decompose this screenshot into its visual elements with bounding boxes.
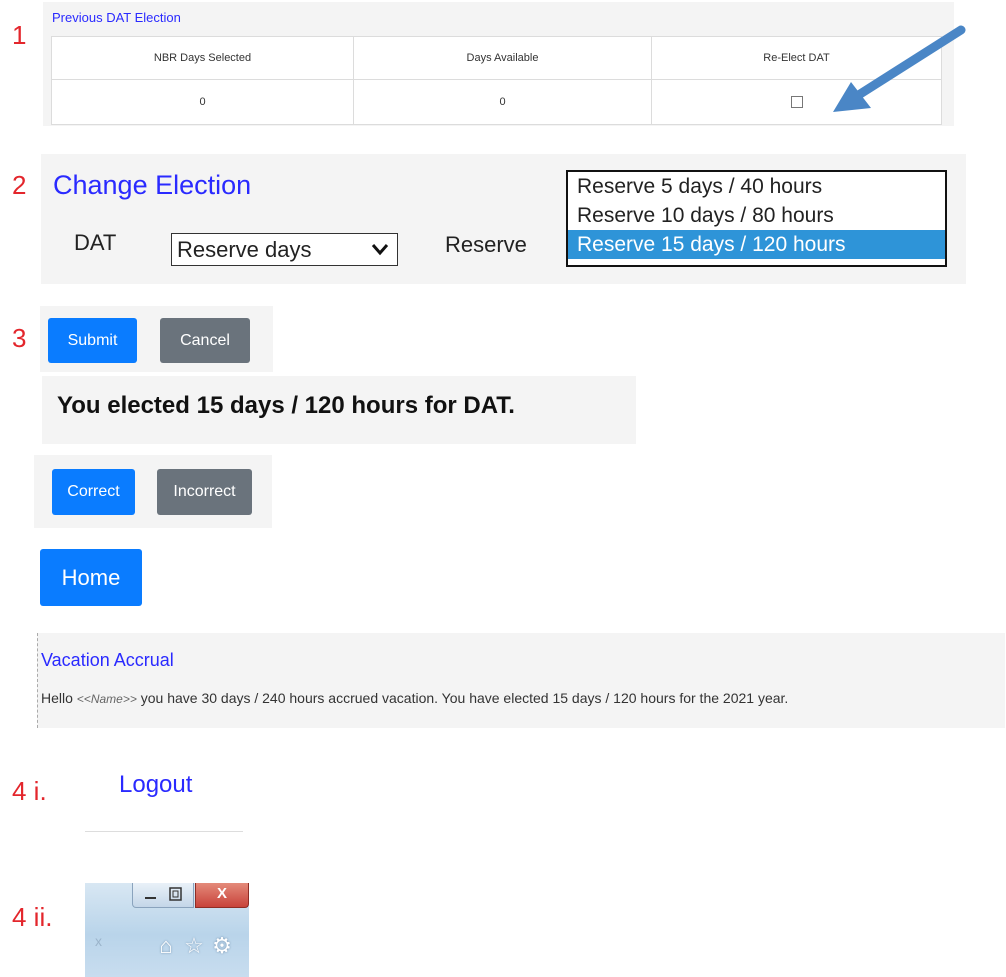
minimize-icon[interactable] xyxy=(142,885,160,907)
correct-button[interactable]: Correct xyxy=(52,469,135,515)
vacation-accrual-panel: Vacation Accrual Hello <<Name>> you have… xyxy=(37,633,1005,728)
previous-election-table: NBR Days Selected Days Available Re-Elec… xyxy=(51,36,942,125)
submit-button[interactable]: Submit xyxy=(48,318,137,363)
gear-icon[interactable]: ⚙ xyxy=(208,933,236,959)
vacation-accrual-title: Vacation Accrual xyxy=(41,650,174,670)
close-icon[interactable]: X xyxy=(195,883,249,908)
change-election-panel: Change Election DAT Reserve days Reserve… xyxy=(41,154,966,284)
reserve-option-15-days[interactable]: Reserve 15 days / 120 hours xyxy=(568,230,945,259)
accrual-sentence: you have 30 days / 240 hours accrued vac… xyxy=(140,690,789,706)
home-icon[interactable]: ⌂ xyxy=(152,933,180,959)
header-days-available: Days Available xyxy=(353,36,652,80)
dat-select[interactable]: Reserve days xyxy=(171,233,398,266)
header-nbr-days-selected: NBR Days Selected xyxy=(51,36,354,80)
home-button[interactable]: Home xyxy=(40,549,142,606)
chevron-down-icon xyxy=(371,234,389,274)
step-number-2: 2 xyxy=(12,170,27,200)
background-glyph: x xyxy=(95,933,102,949)
step-number-4i: 4 i. xyxy=(12,776,47,806)
step-number-1: 1 xyxy=(12,20,27,50)
cell-days-available: 0 xyxy=(353,79,652,125)
reserve-listbox[interactable]: Reserve 5 days / 40 hours Reserve 10 day… xyxy=(566,170,947,267)
reserve-option-10-days[interactable]: Reserve 10 days / 80 hours xyxy=(568,201,945,230)
arrow-annotation-icon xyxy=(833,25,966,112)
browser-window-chrome: x X ⌂ ☆ ⚙ xyxy=(85,883,249,977)
greeting: Hello xyxy=(41,690,73,706)
step-number-4ii: 4 ii. xyxy=(12,902,53,932)
step-number-3: 3 xyxy=(12,323,27,353)
toolbar-icons: ⌂ ☆ ⚙ xyxy=(152,933,236,959)
re-elect-checkbox[interactable] xyxy=(790,96,803,109)
submit-cancel-bar: Submit Cancel xyxy=(40,306,273,372)
incorrect-button[interactable]: Incorrect xyxy=(157,469,252,515)
divider xyxy=(85,831,243,832)
previous-election-title: Previous DAT Election xyxy=(52,10,181,25)
restore-icon[interactable] xyxy=(167,885,185,907)
change-election-title: Change Election xyxy=(53,170,252,200)
min-restore-group xyxy=(132,883,194,908)
table-header-row: NBR Days Selected Days Available Re-Elec… xyxy=(51,36,942,80)
logout-link[interactable]: Logout xyxy=(119,771,192,799)
reserve-label: Reserve xyxy=(445,232,527,257)
cancel-button[interactable]: Cancel xyxy=(160,318,250,363)
dat-label: DAT xyxy=(74,230,117,255)
confirmation-message: You elected 15 days / 120 hours for DAT. xyxy=(57,392,515,419)
reserve-option-5-days[interactable]: Reserve 5 days / 40 hours xyxy=(568,172,945,201)
correct-incorrect-bar: Correct Incorrect xyxy=(34,455,272,528)
star-icon[interactable]: ☆ xyxy=(180,933,208,959)
confirmation-panel: You elected 15 days / 120 hours for DAT. xyxy=(42,376,636,444)
table-row: 0 0 xyxy=(51,79,942,125)
cell-nbr-days-selected: 0 xyxy=(51,79,354,125)
name-placeholder: <<Name>> xyxy=(76,692,137,706)
vacation-accrual-text: Hello <<Name>> you have 30 days / 240 ho… xyxy=(41,690,788,706)
dat-select-value: Reserve days xyxy=(177,237,312,262)
